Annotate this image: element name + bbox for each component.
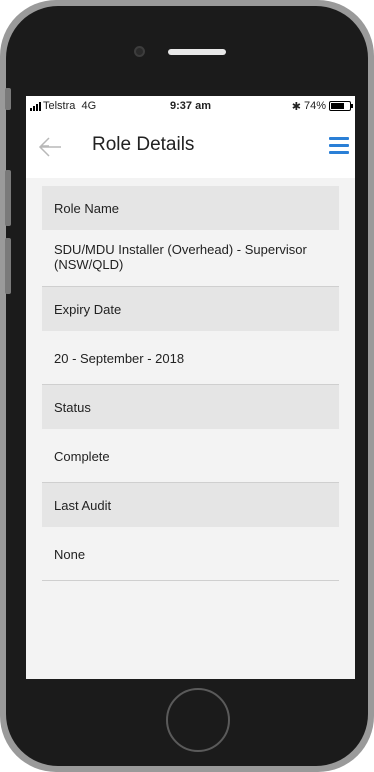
volume-down-button — [5, 238, 11, 294]
clock: 9:37 am — [170, 100, 211, 112]
battery-fill — [331, 103, 345, 109]
nav-bar: Role Details — [26, 116, 355, 178]
carrier-label: Telstra 4G — [43, 100, 97, 112]
battery-icon — [329, 101, 353, 111]
arrow-left-icon[interactable] — [38, 136, 62, 158]
expiry-date-value: 20 - September - 2018 — [42, 331, 339, 385]
page-title: Role Details — [92, 134, 195, 155]
expiry-date-label: Expiry Date — [42, 287, 339, 331]
role-name-label: Role Name — [42, 186, 339, 230]
status-right: ✱ 74% — [291, 100, 353, 113]
front-camera — [134, 46, 145, 57]
volume-up-button — [5, 170, 11, 226]
app-screen: Telstra 4G 9:37 am ✱ 74% Role Details Ro… — [26, 96, 355, 679]
status-value: Complete — [42, 429, 339, 483]
role-name-value: SDU/MDU Installer (Overhead) - Superviso… — [42, 230, 339, 287]
status-bar: Telstra 4G 9:37 am ✱ 74% — [26, 96, 355, 116]
hamburger-menu-icon[interactable] — [329, 137, 349, 155]
speaker-grille — [168, 49, 226, 55]
last-audit-label: Last Audit — [42, 483, 339, 527]
battery-percent: 74% — [303, 100, 326, 112]
mute-switch — [5, 88, 11, 110]
phone-frame: Telstra 4G 9:37 am ✱ 74% Role Details Ro… — [0, 0, 374, 772]
bluetooth-icon: ✱ — [291, 100, 301, 113]
status-label: Status — [42, 385, 339, 429]
details-list: Role Name SDU/MDU Installer (Overhead) -… — [26, 178, 355, 581]
last-audit-value: None — [42, 527, 339, 581]
signal-icon — [30, 101, 41, 111]
home-button[interactable] — [166, 688, 230, 752]
